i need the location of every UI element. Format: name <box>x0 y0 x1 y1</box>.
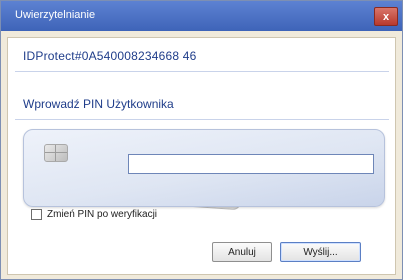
dialog-window: Uwierzytelnianie x IDProtect#0A540008234… <box>0 0 403 280</box>
title-bar[interactable]: Uwierzytelnianie x <box>1 1 402 31</box>
ok-button[interactable]: Wyślij... <box>280 242 361 262</box>
smartcard-front-icon <box>23 129 385 207</box>
change-pin-label: Zmień PIN po weryfikacji <box>47 208 158 220</box>
change-pin-checkbox[interactable] <box>31 208 42 220</box>
token-id-label: IDProtect#0A540008234668 46 <box>23 49 197 63</box>
smartcard-chip-icon <box>44 144 68 162</box>
change-pin-option[interactable]: Zmień PIN po weryfikacji <box>31 206 157 222</box>
pin-prompt-label: Wprowadź PIN Użytkownika <box>23 97 174 111</box>
pin-input[interactable] <box>128 154 374 174</box>
cancel-button[interactable]: Anuluj <box>212 242 272 262</box>
smartcard-graphic <box>23 125 389 211</box>
divider-line <box>15 71 389 72</box>
window-title: Uwierzytelnianie <box>15 9 96 21</box>
close-button[interactable]: x <box>374 7 398 26</box>
divider-line <box>15 119 389 120</box>
